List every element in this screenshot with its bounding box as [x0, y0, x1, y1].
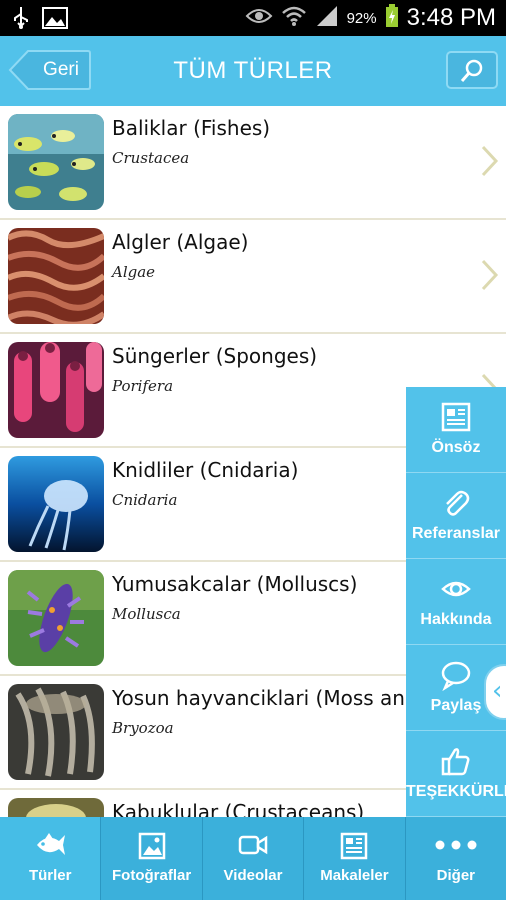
tab-label: Videolar	[223, 867, 283, 884]
battery-percent: 92%	[346, 9, 377, 27]
species-thumbnail	[8, 342, 104, 438]
species-thumbnail	[8, 684, 104, 780]
species-latin-name: Porifera	[112, 377, 174, 395]
tab-label: Makaleler	[320, 867, 389, 884]
speech-bubble-icon	[441, 661, 471, 691]
chevron-right-icon	[481, 145, 499, 177]
side-menu-label: Önsöz	[431, 439, 481, 456]
newspaper-icon	[441, 402, 471, 432]
side-menu-item-hakkinda[interactable]: Hakkında	[406, 559, 506, 645]
tab-label: Türler	[28, 867, 72, 884]
species-title: Baliklar (Fishes)	[112, 116, 271, 140]
photo-icon	[138, 832, 165, 860]
usb-icon	[12, 6, 30, 34]
side-menu-label: Referanslar	[411, 525, 501, 542]
side-menu-label: Hakkında	[420, 611, 492, 628]
list-item[interactable]: Algler (Algae) Algae	[0, 220, 506, 334]
thumbs-up-icon	[441, 748, 470, 776]
image-icon	[42, 7, 68, 33]
tab-label: Diğer	[436, 867, 475, 884]
tab-fotograflar[interactable]: Fotoğraflar	[101, 817, 203, 900]
species-thumbnail	[8, 798, 104, 817]
chevron-right-icon	[481, 259, 499, 291]
side-menu-toggle-button[interactable]: ‹	[484, 664, 506, 720]
species-title: Knidliler (Cnidaria)	[112, 458, 299, 482]
species-latin-name: Bryozoa	[112, 719, 174, 737]
species-title: Yosun hayvanciklari (Moss an	[112, 686, 405, 710]
species-thumbnail	[8, 456, 104, 552]
battery-charging-icon	[385, 4, 399, 32]
tab-makaleler[interactable]: Makaleler	[304, 817, 406, 900]
species-latin-name: Algae	[112, 263, 156, 281]
tab-turler[interactable]: Türler	[0, 817, 102, 900]
fish-icon	[37, 833, 66, 855]
species-latin-name: Mollusca	[112, 605, 181, 623]
species-latin-name: Crustacea	[112, 149, 190, 167]
back-button-label: Geri	[43, 59, 79, 80]
tab-label: Fotoğraflar	[112, 867, 192, 884]
species-title: Algler (Algae)	[112, 230, 249, 254]
species-thumbnail	[8, 570, 104, 666]
signal-icon	[315, 5, 339, 31]
article-icon	[341, 832, 368, 860]
species-title: Süngerler (Sponges)	[112, 344, 318, 368]
app-header: Geri TÜM TÜRLER	[0, 36, 506, 106]
chevron-left-icon: ‹	[492, 676, 503, 706]
side-menu: Önsöz Referanslar Hakkında Paylaş TEŞEKK…	[406, 387, 506, 817]
page-title: TÜM TÜRLER	[173, 57, 333, 84]
clock: 3:48 PM	[406, 4, 496, 31]
eye-icon	[441, 581, 471, 597]
status-bar: 92% 3:48 PM	[0, 0, 506, 36]
bottom-tab-bar: Türler Fotoğraflar Videolar Makaleler Di…	[0, 817, 506, 900]
wifi-icon	[281, 5, 307, 31]
species-latin-name: Cnidaria	[112, 491, 178, 509]
search-icon	[460, 59, 483, 82]
species-thumbnail	[8, 228, 104, 324]
side-menu-item-onsoz[interactable]: Önsöz	[406, 387, 506, 473]
eye-icon	[245, 6, 273, 30]
search-button[interactable]	[446, 51, 498, 89]
video-camera-icon	[238, 835, 268, 855]
species-title: Kabuklular (Crustaceans)	[112, 800, 365, 817]
side-menu-item-tesekkurler[interactable]: TEŞEKKÜRLER	[406, 731, 506, 817]
tab-videolar[interactable]: Videolar	[203, 817, 305, 900]
back-button[interactable]: Geri	[8, 49, 92, 91]
paperclip-icon	[446, 490, 470, 516]
species-thumbnail	[8, 114, 104, 210]
side-menu-item-referanslar[interactable]: Referanslar	[406, 473, 506, 559]
side-menu-label: TEŞEKKÜRLER	[406, 783, 506, 800]
list-item[interactable]: Baliklar (Fishes) Crustacea	[0, 106, 506, 220]
tab-diger[interactable]: Diğer	[406, 817, 506, 900]
species-title: Yumusakcalar (Molluscs)	[112, 572, 358, 596]
more-dots-icon	[435, 840, 477, 850]
